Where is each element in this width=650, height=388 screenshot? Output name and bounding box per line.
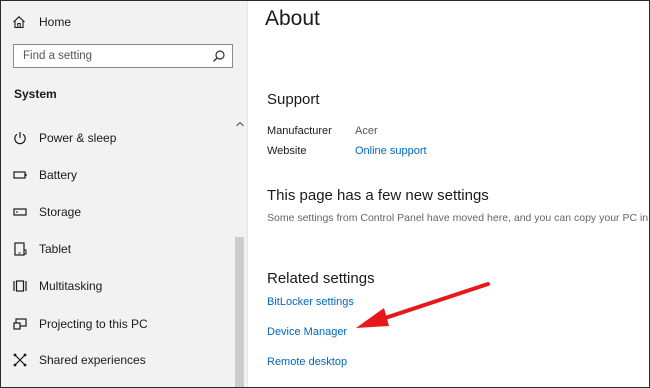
settings-window: Home System Power & sleep Battery <box>0 0 650 388</box>
projecting-icon <box>12 316 28 332</box>
sidebar-scrollbar[interactable] <box>235 237 244 387</box>
sidebar-item-storage[interactable]: Storage <box>1 199 233 225</box>
sidebar-item-label: Power & sleep <box>39 131 117 145</box>
main-content: About Support Manufacturer Acer Website … <box>248 1 649 387</box>
sidebar-item-label: Storage <box>39 205 82 219</box>
battery-icon <box>12 167 28 183</box>
device-manager-link[interactable]: Device Manager <box>267 326 347 338</box>
sidebar-item-power-sleep[interactable]: Power & sleep <box>1 125 233 151</box>
home-nav-item[interactable]: Home <box>11 11 211 33</box>
sidebar-item-projecting[interactable]: Projecting to this PC <box>1 311 233 337</box>
manufacturer-value: Acer <box>355 125 378 137</box>
sidebar-item-multitasking[interactable]: Multitasking <box>1 273 233 299</box>
sidebar-item-label: Multitasking <box>39 279 103 293</box>
manufacturer-label: Manufacturer <box>267 125 332 137</box>
multitasking-icon <box>12 278 28 294</box>
sidebar-item-label: Tablet <box>39 242 72 256</box>
shared-experiences-icon <box>12 352 28 368</box>
sidebar-item-battery[interactable]: Battery <box>1 162 233 188</box>
sidebar-item-shared-experiences[interactable]: Shared experiences <box>1 347 233 373</box>
remote-desktop-link[interactable]: Remote desktop <box>267 356 347 368</box>
page-title: About <box>265 7 320 30</box>
support-heading: Support <box>267 91 320 108</box>
sidebar-item-tablet[interactable]: Tablet <box>1 236 233 262</box>
home-icon <box>11 14 27 30</box>
new-settings-heading: This page has a few new settings <box>267 187 489 204</box>
website-label: Website <box>267 145 307 157</box>
sidebar-item-label: Projecting to this PC <box>39 317 148 331</box>
search-icon[interactable] <box>212 49 226 63</box>
sidebar-item-label: Shared experiences <box>39 353 146 367</box>
sidebar-item-label: Battery <box>39 168 78 182</box>
online-support-link[interactable]: Online support <box>355 145 427 157</box>
section-label: System <box>14 87 57 101</box>
storage-icon <box>12 204 28 220</box>
bitlocker-settings-link[interactable]: BitLocker settings <box>267 296 354 308</box>
new-settings-note: Some settings from Control Panel have mo… <box>267 212 649 224</box>
scroll-up-icon[interactable] <box>235 119 245 129</box>
sidebar: Home System Power & sleep Battery <box>1 1 247 387</box>
related-settings-heading: Related settings <box>267 270 375 287</box>
tablet-icon <box>12 241 28 257</box>
search-input[interactable] <box>14 46 212 66</box>
search-box[interactable] <box>13 44 233 68</box>
home-label: Home <box>39 15 72 29</box>
power-icon <box>12 130 28 146</box>
